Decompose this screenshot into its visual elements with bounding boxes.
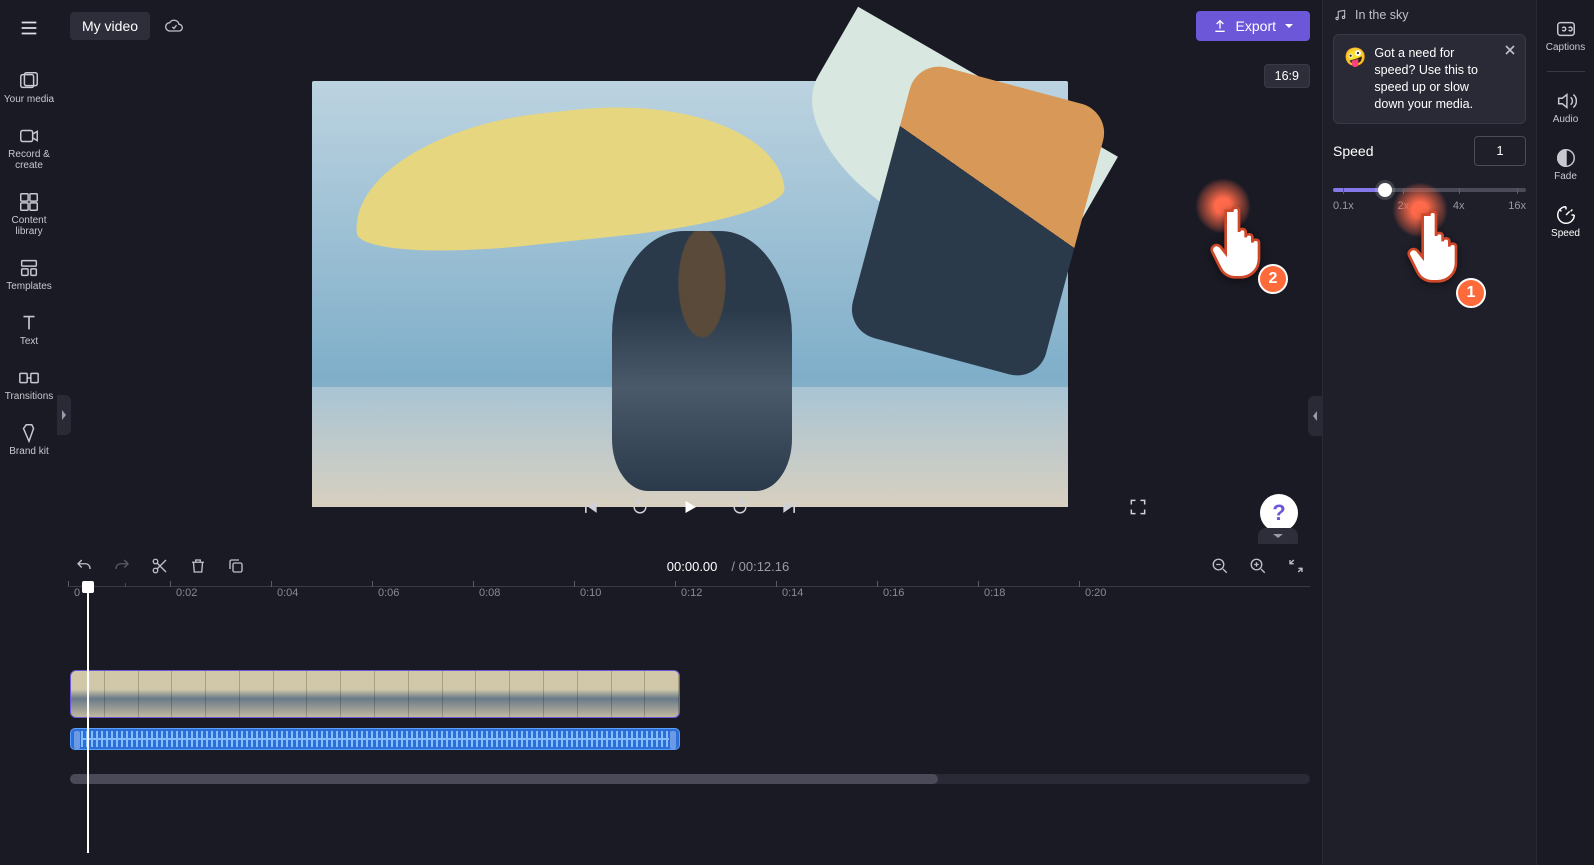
zoom-out-button[interactable] [1208,554,1232,578]
chevron-down-icon [1284,21,1294,31]
video-preview[interactable] [312,81,1068,507]
split-button[interactable] [148,554,172,578]
current-time: 00:00.00 [667,559,718,574]
project-title-input[interactable]: My video [70,12,150,40]
topbar: My video Export [58,0,1322,52]
sidebar-label: Content library [0,215,58,237]
tip-card: 🤪 Got a need for speed? Use this to spee… [1333,34,1526,124]
tutorial-step-badge: 1 [1456,278,1486,308]
ruler-tick: 0:12 [681,587,702,599]
inspector-panel: In the sky 🤪 Got a need for speed? Use t… [1322,0,1536,865]
sidebar-item-your-media[interactable]: Your media [0,62,58,113]
timeline-ruler[interactable]: 0 0:02 0:04 0:06 0:08 0:10 0:12 0:14 0:1… [70,586,1310,610]
slider-tick-label: 16x [1508,200,1526,212]
collapse-preview-button[interactable] [1258,528,1298,544]
rail-item-speed[interactable]: Speed [1537,196,1594,247]
aspect-ratio-button[interactable]: 16:9 [1264,64,1310,88]
total-time: / 00:12.16 [731,559,789,574]
ruler-tick: 0:08 [479,587,500,599]
rail-item-captions[interactable]: Captions [1537,10,1594,61]
ruler-tick: 0:02 [176,587,197,599]
speed-row: Speed [1333,136,1526,166]
music-note-icon [1333,8,1347,22]
sidebar-label: Record & create [0,149,58,171]
delete-button[interactable] [186,554,210,578]
project-title-text: My video [82,18,138,34]
sidebar-item-templates[interactable]: Templates [0,249,58,300]
playhead[interactable] [82,581,94,593]
sidebar-item-record-create[interactable]: Record & create [0,117,58,179]
tip-emoji-icon: 🤪 [1344,45,1366,113]
video-clip[interactable] [70,670,680,718]
right-rail: Captions Audio Fade Speed [1536,0,1594,865]
undo-button[interactable] [72,554,96,578]
menu-button[interactable] [9,8,49,48]
main-area: My video Export 16:9 ? [58,0,1322,865]
audio-track-row[interactable]: In the sky [1333,8,1526,22]
tip-text: Got a need for speed? Use this to speed … [1374,45,1497,113]
sidebar-label: Brand kit [9,446,48,457]
sidebar-item-content-library[interactable]: Content library [0,183,58,245]
rail-item-audio[interactable]: Audio [1537,82,1594,133]
close-tip-button[interactable] [1501,41,1519,59]
sidebar-item-text[interactable]: Text [0,304,58,355]
left-rail: Your media Record & create Content libra… [0,0,58,865]
play-button[interactable] [676,493,704,521]
ruler-tick: 0:14 [782,587,803,599]
tutorial-step-badge: 2 [1258,264,1288,294]
sidebar-label: Templates [6,281,52,292]
skip-start-button[interactable] [576,493,604,521]
rail-label: Captions [1546,42,1585,53]
slider-tick-label: 0.1x [1333,200,1354,212]
slider-thumb[interactable] [1378,183,1392,197]
timeline-tracks [70,670,1310,750]
slider-tick-label: 4x [1453,200,1465,212]
sidebar-item-transitions[interactable]: Transitions [0,359,58,410]
duplicate-button[interactable] [224,554,248,578]
timeline-scrollbar[interactable] [70,774,1310,784]
slider-ticks: 0.1x 2x 4x 16x [1333,200,1526,212]
ruler-tick: 0:16 [883,587,904,599]
scene-background [612,231,792,491]
slider-track [1333,188,1526,192]
preview-area: 16:9 ? [58,52,1322,532]
export-button[interactable]: Export [1196,11,1310,41]
rail-label: Fade [1554,171,1577,182]
fullscreen-button[interactable] [1124,493,1152,521]
forward-button[interactable] [726,493,754,521]
scrollbar-thumb[interactable] [70,774,938,784]
upload-icon [1212,18,1228,34]
ruler-tick: 0:18 [984,587,1005,599]
speed-input[interactable] [1474,136,1526,166]
fit-timeline-button[interactable] [1284,554,1308,578]
ruler-tick: 0:10 [580,587,601,599]
speed-slider[interactable]: 0.1x 2x 4x 16x [1333,178,1526,212]
audio-track-name: In the sky [1355,8,1409,22]
rewind-button[interactable] [626,493,654,521]
transport-controls [58,482,1322,532]
speed-label: Speed [1333,143,1373,159]
ruler-tick: 0:06 [378,587,399,599]
sidebar-item-brand-kit[interactable]: Brand kit [0,414,58,465]
rail-label: Speed [1551,228,1580,239]
skip-end-button[interactable] [776,493,804,521]
zoom-in-button[interactable] [1246,554,1270,578]
audio-clip[interactable] [70,728,680,750]
rail-label: Audio [1553,114,1579,125]
sidebar-label: Your media [4,94,54,105]
redo-button[interactable] [110,554,134,578]
sync-status-icon[interactable] [160,12,188,40]
rail-item-fade[interactable]: Fade [1537,139,1594,190]
waveform [81,731,669,747]
timeline-toolbar: 00:00.00 / 00:12.16 [58,546,1322,586]
ruler-tick: 0:20 [1085,587,1106,599]
export-label: Export [1236,18,1276,34]
sidebar-label: Transitions [5,391,54,402]
ruler-tick: 0 [74,587,80,599]
sidebar-label: Text [20,336,38,347]
expand-right-panel-button[interactable] [1308,396,1322,436]
ruler-tick: 0:04 [277,587,298,599]
slider-tick-label: 2x [1398,200,1410,212]
